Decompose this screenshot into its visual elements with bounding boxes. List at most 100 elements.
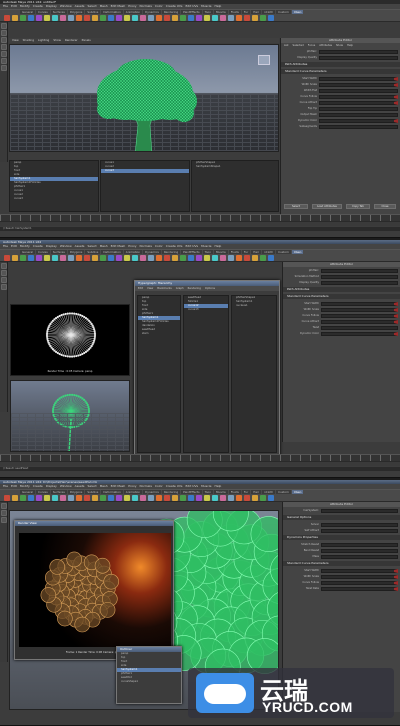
shelf-tool-icon[interactable]: [108, 15, 114, 21]
shelf-tool-icon[interactable]: [100, 15, 106, 21]
select-tool-icon[interactable]: [1, 503, 7, 509]
shelf-tool-icon[interactable]: [52, 255, 58, 261]
shelf-tool-icon[interactable]: [180, 495, 186, 501]
scale-tool-icon[interactable]: [1, 51, 7, 57]
shelf-tool-icon[interactable]: [188, 495, 194, 501]
shelf-tool-icon[interactable]: [100, 255, 106, 261]
list-item[interactable]: curve3: [10, 197, 98, 201]
shelf-tab[interactable]: Fluids: [228, 10, 241, 14]
section-header[interactable]: Standard Curve Parameters: [281, 69, 400, 74]
shelf-tool-icon[interactable]: [236, 255, 242, 261]
shelf-tool-icon[interactable]: [244, 15, 250, 21]
shelf-tool-icon[interactable]: [60, 495, 66, 501]
shelf-tool-icon[interactable]: [252, 495, 258, 501]
shelf-tool-icon[interactable]: [228, 495, 234, 501]
shelf-tab[interactable]: Animation: [123, 250, 143, 254]
shelf-tab[interactable]: Polygons: [67, 250, 85, 254]
shelf-tab[interactable]: Curves: [36, 250, 50, 254]
shelf-tab[interactable]: Surfaces: [50, 10, 67, 14]
shelf-tool-icon[interactable]: [116, 495, 122, 501]
layout-four-icon[interactable]: [1, 65, 7, 71]
shelf-tool-icon[interactable]: [188, 255, 194, 261]
shelf-tool-icon[interactable]: [148, 495, 154, 501]
shelf-tab[interactable]: Deformation: [101, 10, 123, 14]
shelf-tool-icon[interactable]: [268, 495, 274, 501]
shelf-tool-icon[interactable]: [116, 255, 122, 261]
shelf-tool-icon[interactable]: [68, 15, 74, 21]
shelf-tab[interactable]: Subdivs: [85, 10, 101, 14]
shelf-tool-icon[interactable]: [156, 15, 162, 21]
shelf-tool-icon[interactable]: [204, 495, 210, 501]
shelf-tool-icon[interactable]: [220, 15, 226, 21]
shelf-tab[interactable]: Subdivs: [85, 490, 101, 494]
section-header[interactable]: General Options: [283, 515, 400, 520]
shelf-tool-icon[interactable]: [180, 15, 186, 21]
shelf-tab[interactable]: General: [20, 10, 36, 14]
range-slider[interactable]: [0, 221, 400, 226]
shelf-tool-icon[interactable]: [268, 15, 274, 21]
attr-menu-item[interactable]: List: [284, 44, 289, 47]
list-item[interactable]: stem: [138, 332, 180, 336]
lasso-tool-icon[interactable]: [1, 30, 7, 36]
shelf-tab[interactable]: Surfaces: [50, 250, 67, 254]
command-line[interactable]: // Result: hairSystem1: [0, 227, 400, 231]
shelf-tab[interactable]: XGen: [291, 10, 304, 14]
shelf-tool-icon[interactable]: [28, 255, 34, 261]
shelf-tool-icon[interactable]: [60, 255, 66, 261]
shelf-tool-icon[interactable]: [84, 15, 90, 21]
shelf-tab[interactable]: PaintEffects: [181, 10, 202, 14]
shelf-tab[interactable]: XGen: [291, 490, 304, 494]
shelf-tab[interactable]: Custom: [276, 250, 291, 254]
shelf-tool-icon[interactable]: [28, 495, 34, 501]
shelf-tab[interactable]: Dynamics: [143, 490, 161, 494]
shelf-tab[interactable]: General: [20, 250, 36, 254]
shelf-tool-icon[interactable]: [108, 255, 114, 261]
shelf-tool-icon[interactable]: [20, 495, 26, 501]
shelf-tool-icon[interactable]: [140, 255, 146, 261]
move-tool-icon[interactable]: [1, 510, 7, 516]
shelf-tab[interactable]: Deformation: [101, 490, 123, 494]
shelf-tool-icon[interactable]: [76, 495, 82, 501]
shelf-tool-icon[interactable]: [260, 255, 266, 261]
shelf-tool-icon[interactable]: [124, 15, 130, 21]
shelf-tool-icon[interactable]: [84, 495, 90, 501]
shelf-tool-icon[interactable]: [196, 495, 202, 501]
shelf-tool-icon[interactable]: [204, 15, 210, 21]
section-header[interactable]: Path Attributes: [281, 62, 400, 67]
shelf-tool-icon[interactable]: [76, 15, 82, 21]
shelf-tab[interactable]: Fluids: [228, 490, 241, 494]
shelf-tool-icon[interactable]: [36, 15, 42, 21]
select-button[interactable]: Select: [284, 204, 308, 209]
view-cube-icon[interactable]: [258, 55, 270, 65]
shelf-tool-icon[interactable]: [12, 15, 18, 21]
shelf-tab[interactable]: Dynamics: [143, 250, 161, 254]
shelf-tab[interactable]: Polygons: [67, 10, 85, 14]
command-line[interactable]: // Result: seedHead: [0, 467, 400, 471]
rotate-tool-icon[interactable]: [1, 517, 7, 523]
shelf-tool-icon[interactable]: [124, 255, 130, 261]
shelf-tool-icon[interactable]: [244, 255, 250, 261]
shelf-tab[interactable]: Muscle: [214, 250, 228, 254]
time-slider[interactable]: [0, 454, 400, 461]
shelf-tab[interactable]: nCloth: [262, 10, 276, 14]
shelf-tool-icon[interactable]: [156, 255, 162, 261]
shelf-tab[interactable]: Custom: [276, 10, 291, 14]
shelf-tool-icon[interactable]: [52, 495, 58, 501]
shelf-tab[interactable]: Toon: [202, 250, 214, 254]
section-header[interactable]: Path Attributes: [283, 287, 400, 292]
shelf-tab[interactable]: nCloth: [262, 250, 276, 254]
load-attributes-button[interactable]: Load Attributes: [312, 204, 342, 209]
shelf-tool-icon[interactable]: [132, 495, 138, 501]
shelf-tool-icon[interactable]: [204, 255, 210, 261]
shelf-tool-icon[interactable]: [76, 255, 82, 261]
scale-tool-icon[interactable]: [1, 284, 7, 290]
shelf-tool-icon[interactable]: [212, 495, 218, 501]
time-slider[interactable]: [0, 214, 400, 221]
attr-menu-item[interactable]: Show: [336, 44, 343, 47]
shelf-tool-icon[interactable]: [172, 495, 178, 501]
shelf-tab[interactable]: Subdivs: [85, 250, 101, 254]
shelf-tab[interactable]: Polygons: [67, 490, 85, 494]
rotate-tool-icon[interactable]: [1, 44, 7, 50]
shelf-tool-icon[interactable]: [260, 495, 266, 501]
shelf-tool-icon[interactable]: [60, 15, 66, 21]
